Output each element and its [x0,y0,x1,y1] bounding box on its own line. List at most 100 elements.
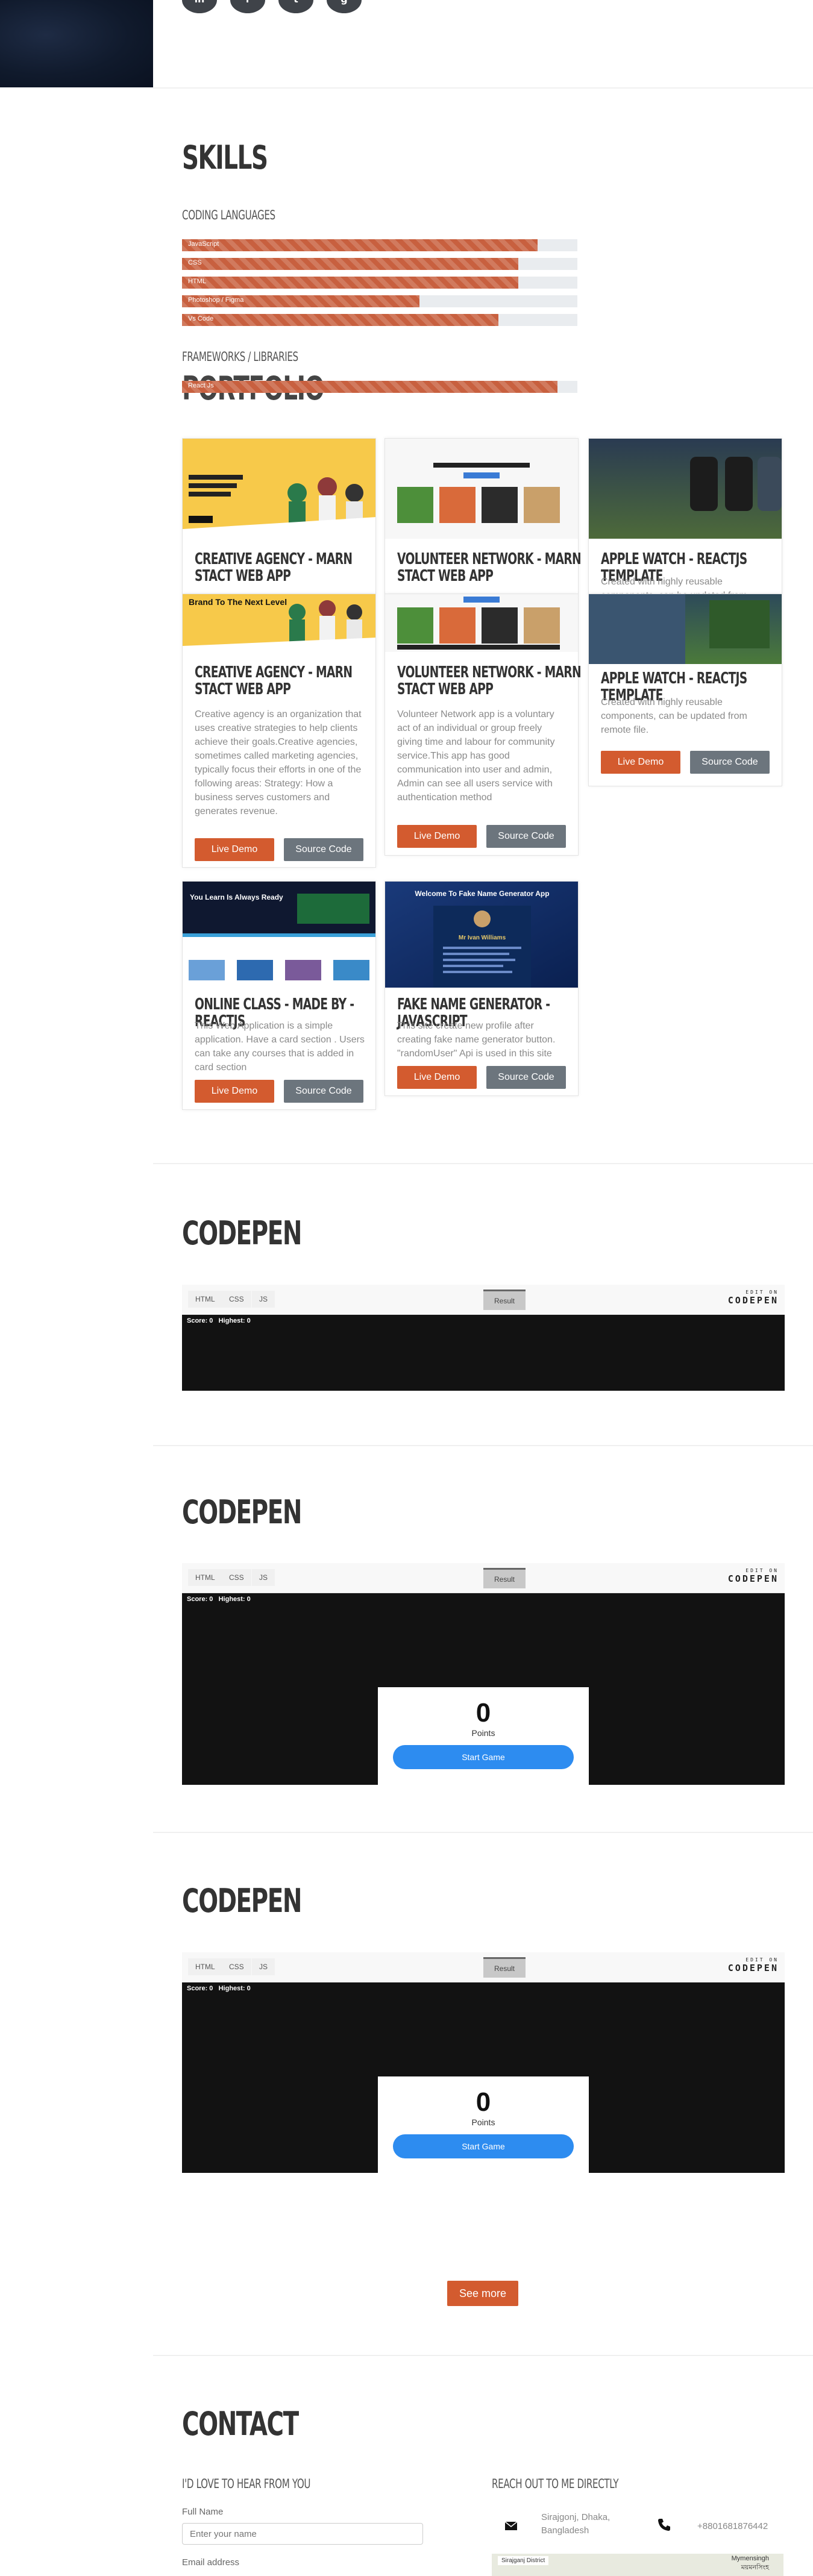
sidebar-background [0,0,153,87]
game-panel: 0 Points Start Game [378,2076,589,2173]
codepen-result-area[interactable]: Score: 0 Highest: 0 0 Points Start Game [182,1593,785,1785]
thumbnail-text: Welcome To Fake Name Generator App [415,889,549,898]
skill-bar: JavaScript [182,239,577,251]
mail-icon [504,2520,518,2532]
start-game-button[interactable]: Start Game [393,1745,574,1769]
score-text: Score: 0 Highest: 0 [187,1317,251,1324]
project-description: Created with highly reusable components,… [601,697,747,735]
portfolio-card: CREATIVE AGENCY - MARN STACT WEB APP [182,438,376,595]
creative-agency-thumbnail [183,439,375,539]
tab-css[interactable]: CSS [222,1569,251,1586]
tab-result[interactable]: Result [483,1290,526,1310]
portfolio-card: Welcome To Fake Name Generator App Mr Iv… [385,881,579,1096]
linkedin-icon[interactable]: in [182,0,217,13]
tab-js[interactable]: JS [252,1569,275,1586]
facebook-icon[interactable]: f [230,0,265,13]
live-demo-button[interactable]: Live Demo [397,1066,477,1089]
skill-label: JavaScript [188,240,219,248]
twitter-icon[interactable]: t [278,0,313,13]
tab-html[interactable]: HTML [188,1958,222,1975]
highest-value: Highest: 0 [218,1596,251,1603]
live-demo-button[interactable]: Live Demo [195,1080,274,1103]
project-thumbnail: Welcome To Fake Name Generator App Mr Iv… [385,882,578,988]
project-thumbnail [385,594,578,652]
points-value: 0 [476,2087,491,2117]
tab-result[interactable]: Result [483,1957,526,1978]
email-label: Email address [182,2557,240,2568]
skill-bar: HTML [182,277,577,289]
edit-on-label: EDIT ON [746,1957,779,1963]
start-game-button[interactable]: Start Game [393,2134,574,2158]
skill-bar-fill [182,381,558,393]
see-more-button[interactable]: See more [447,2281,518,2306]
project-title: CREATIVE AGENCY - MARN STACT WEB APP [195,663,353,698]
codepen-logo[interactable]: EDIT ON CODEPEN [728,1290,779,1306]
codepen-toolbar: HTML CSS JS Result EDIT ON CODEPEN [182,1285,785,1315]
source-code-button[interactable]: Source Code [284,1080,363,1103]
live-demo-button[interactable]: Live Demo [397,825,477,848]
tab-js[interactable]: JS [252,1958,275,1975]
project-description: Volunteer Network app is a voluntary act… [397,709,555,803]
fake-name-generator-thumbnail: Welcome To Fake Name Generator App Mr Iv… [385,882,578,988]
portfolio-card: You Learn Is Always Ready ONLINE CLASS -… [182,881,376,1110]
section-divider [153,1832,813,1833]
full-name-label: Full Name [182,2507,224,2517]
codepen-toolbar: HTML CSS JS Result EDIT ON CODEPEN [182,1952,785,1982]
score-text: Score: 0 Highest: 0 [187,1985,251,1992]
score-value: Score: 0 [187,1596,213,1603]
live-demo-button[interactable]: Live Demo [195,838,274,861]
tab-html[interactable]: HTML [188,1291,222,1308]
codepen-title: CODEPEN [182,1214,302,1252]
social-links: in f t g [182,0,362,13]
volunteer-network-thumbnail [385,439,578,539]
project-thumbnail: You Learn Is Always Ready [183,882,375,988]
project-thumbnail [385,439,578,539]
project-description: Creative agency is an organization that … [195,709,362,816]
codepen-logo[interactable]: EDIT ON CODEPEN [728,1957,779,1973]
tab-result[interactable]: Result [483,1568,526,1588]
frameworks-title: FRAMEWORKS / LIBRARIES [182,349,298,364]
edit-on-label: EDIT ON [746,1290,779,1295]
full-name-input[interactable] [182,2523,423,2545]
thumbnail-name: Mr Ivan Williams [459,935,506,941]
map-embed[interactable]: Sirajganj District Mymensingh ময়মনসিংহ [492,2554,783,2576]
codepen-toolbar: HTML CSS JS Result EDIT ON CODEPEN [182,1563,785,1593]
skill-bar-fill [182,239,538,251]
source-code-button[interactable]: Source Code [486,1066,566,1089]
contact-left-title: I'D LOVE TO HEAR FROM YOU [182,2477,311,2491]
thumbnail-text: Brand To The Next Level [189,597,287,607]
codepen-brand: CODEPEN [727,1963,779,1973]
project-thumbnail: Brand To The Next Level [183,594,375,652]
map-city: Mymensingh [731,2555,769,2562]
edit-on-label: EDIT ON [746,1568,779,1573]
tab-css[interactable]: CSS [222,1291,251,1308]
source-code-button[interactable]: Source Code [486,825,566,848]
codepen-result-area[interactable]: Score: 0 Highest: 0 [182,1315,785,1391]
source-code-button[interactable]: Source Code [690,751,770,774]
live-demo-button[interactable]: Live Demo [601,751,680,774]
tab-js[interactable]: JS [252,1291,275,1308]
codepen-embed: HTML CSS JS Result EDIT ON CODEPEN Score… [182,1952,785,2173]
codepen-logo[interactable]: EDIT ON CODEPEN [728,1568,779,1584]
portfolio-card: APPLE WATCH - REACTJS TEMPLATE Created w… [588,594,782,786]
skill-bar: React Js [182,381,577,393]
skills-title: SKILLS [182,139,268,177]
score-value: Score: 0 [187,1317,213,1324]
points-value: 0 [476,1698,491,1728]
apple-watch-thumbnail [589,594,782,664]
contact-right-title: REACH OUT TO ME DIRECTLY [492,2477,619,2491]
github-icon[interactable]: g [327,0,362,13]
skill-label: Vs Code [188,315,214,322]
tab-css[interactable]: CSS [222,1958,251,1975]
tab-html[interactable]: HTML [188,1569,222,1586]
contact-title: CONTACT [182,2405,299,2443]
online-class-thumbnail: You Learn Is Always Ready [183,882,375,988]
codepen-brand: CODEPEN [727,1573,779,1584]
thumbnail-text: You Learn Is Always Ready [190,893,283,901]
skill-label: HTML [188,278,206,285]
project-description: This site create new profile after creat… [397,1021,556,1059]
codepen-result-area[interactable]: Score: 0 Highest: 0 0 Points Start Game [182,1982,785,2173]
source-code-button[interactable]: Source Code [284,838,363,861]
skill-bar: CSS [182,258,577,270]
portfolio-card: Brand To The Next Level CREATIVE AGENCY … [182,594,376,868]
